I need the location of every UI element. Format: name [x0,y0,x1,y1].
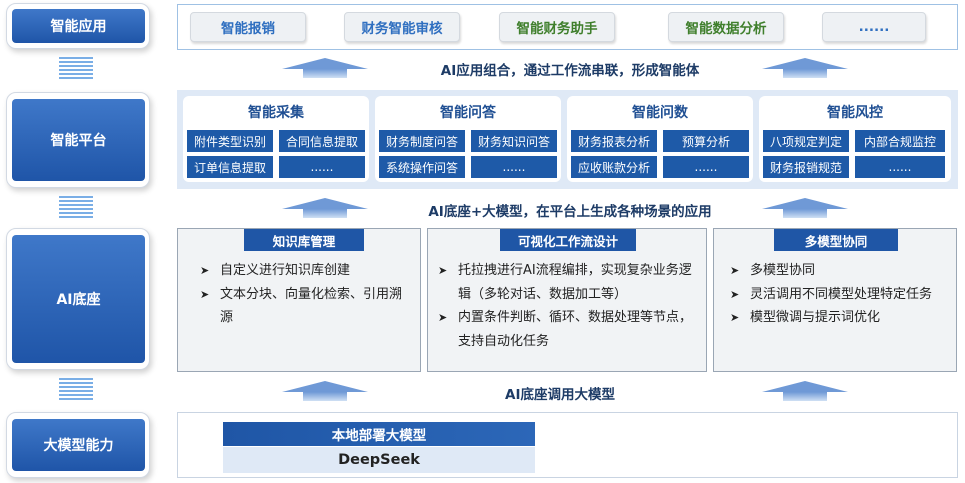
up-arrow-icon [282,58,368,80]
chip[interactable]: 财务制度问答 [379,130,465,152]
connector-stripes-3 [59,378,93,400]
app-button-data-analysis[interactable]: 智能数据分析 [668,12,784,42]
chip[interactable]: 订单信息提取 [187,156,273,178]
model-title: 本地部署大模型 [223,422,535,446]
connector-stripes-2 [59,196,93,218]
arrow-bullet-icon: ➤ [730,311,740,324]
app-button-label: ...... [858,19,890,35]
arrow-bullet-icon: ➤ [730,264,740,277]
bullet-text: 灵活调用不同模型处理特定任务 [750,286,933,302]
bullet-list: ➤ 托拉拽进行AI流程编排，实现复杂业务逻辑（多轮对话、数据加工等） ➤ 内置条件判… [436,259,704,353]
bullet-text: 内置条件判断、循环、数据处理等节点，支持自动化任务 [458,310,693,349]
app-button-label: 智能报销 [221,21,275,37]
arrow-bullet-icon: ➤ [438,264,448,277]
app-button-label: 智能数据分析 [685,21,767,37]
base-panel-title: 多模型协同 [774,229,898,251]
chip-more[interactable]: ...... [471,156,557,178]
bullet-list: ➤ 自定义进行知识库创建 ➤ 文本分块、向量化检索、引用溯源 [198,259,412,330]
connector-stripes-1 [59,57,93,79]
bullet-text: 文本分块、向量化检索、引用溯源 [220,286,403,326]
up-arrow-icon [282,198,368,220]
layer-label-model: 大模型能力 [12,419,145,471]
caption-app-combo: AI应用组合，通过工作流串联，形成智能体 [440,63,700,79]
arrow-bullet-icon: ➤ [200,264,210,277]
platform-group-title: 智能问数 [632,105,688,121]
bullet-item: ➤ 多模型协同 [728,259,952,283]
arrow-bullet-icon: ➤ [730,287,740,301]
platform-group-risk: 智能风控 八项规定判定 内部合规监控 财务报销规范 ...... [759,96,951,182]
chip[interactable]: 系统操作问答 [379,156,465,178]
chip-more[interactable]: ...... [855,156,945,178]
layer-card-ai-base: AI底座 [6,228,150,370]
base-panel-multi-model: 多模型协同 ➤ 多模型协同 ➤ 灵活调用不同模型处理特定任务 ➤ 模型微调与提示词优化 [713,228,957,372]
layer-label-platform: 智能平台 [12,99,145,181]
platform-group-title: 智能问答 [440,105,496,121]
bullet-item: ➤ 模型微调与提示词优化 [728,306,952,330]
arrow-bullet-icon: ➤ [200,287,210,301]
chip[interactable]: 附件类型识别 [187,130,273,152]
layer-card-platform: 智能平台 [6,92,150,188]
up-arrow-icon [762,58,848,80]
chip-more[interactable]: ...... [279,156,365,178]
up-arrow-icon [762,381,848,403]
up-arrow-icon [282,381,368,403]
model-name: DeepSeek [223,447,535,473]
layer-card-app: 智能应用 [6,3,150,49]
platform-group-data-query: 智能问数 财务报表分析 预算分析 应收账款分析 ...... [567,96,753,182]
platform-group-collect: 智能采集 附件类型识别 合同信息提取 订单信息提取 ...... [183,96,369,182]
bullet-text: 多模型协同 [750,263,816,278]
bullet-text: 托拉拽进行AI流程编排，实现复杂业务逻辑（多轮对话、数据加工等） [458,263,692,302]
bullet-item: ➤ 文本分块、向量化检索、引用溯源 [198,283,412,330]
bullet-item: ➤ 内置条件判断、循环、数据处理等节点，支持自动化任务 [436,306,704,353]
platform-group-qa: 智能问答 财务制度问答 财务知识问答 系统操作问答 ...... [375,96,561,182]
chip[interactable]: 财务报销规范 [763,156,849,178]
caption-base-model: AI底座+大模型，在平台上生成各种场景的应用 [428,204,712,220]
bullet-item: ➤ 自定义进行知识库创建 [198,259,412,283]
layer-card-model: 大模型能力 [6,412,150,478]
layer-label-ai-base: AI底座 [12,235,145,363]
caption-base-call: AI底座调用大模型 [505,387,615,403]
chip[interactable]: 财务知识问答 [471,130,557,152]
platform-row: 智能采集 附件类型识别 合同信息提取 订单信息提取 ...... 智能问答 财务… [177,90,958,189]
bullet-item: ➤ 灵活调用不同模型处理特定任务 [728,283,952,307]
platform-group-title: 智能采集 [248,105,304,121]
base-panel-workflow: 可视化工作流设计 ➤ 托拉拽进行AI流程编排，实现复杂业务逻辑（多轮对话、数据加工… [427,228,707,372]
app-button-label: 财务智能审核 [361,21,443,37]
chip[interactable]: 八项规定判定 [763,130,849,152]
app-button-audit[interactable]: 财务智能审核 [344,12,460,42]
arrow-bullet-icon: ➤ [438,311,448,324]
base-panel-knowledge: 知识库管理 ➤ 自定义进行知识库创建 ➤ 文本分块、向量化检索、引用溯源 [177,228,421,372]
chip[interactable]: 合同信息提取 [279,130,365,152]
chip-more[interactable]: ...... [663,156,749,178]
chip[interactable]: 内部合规监控 [855,130,945,152]
bullet-text: 自定义进行知识库创建 [220,263,351,278]
chip[interactable]: 财务报表分析 [571,130,657,152]
app-button-reimbursement[interactable]: 智能报销 [190,12,306,42]
platform-group-title: 智能风控 [827,105,883,121]
up-arrow-icon [762,198,848,220]
base-panel-title: 可视化工作流设计 [500,229,636,251]
bullet-list: ➤ 多模型协同 ➤ 灵活调用不同模型处理特定任务 ➤ 模型微调与提示词优化 [728,259,952,330]
chip[interactable]: 应收账款分析 [571,156,657,178]
bullet-item: ➤ 托拉拽进行AI流程编排，实现复杂业务逻辑（多轮对话、数据加工等） [436,259,704,306]
app-row: 智能报销 财务智能审核 智能财务助手 智能数据分析 ...... [177,4,958,50]
base-panel-title: 知识库管理 [244,229,364,251]
app-button-label: 智能财务助手 [516,21,598,37]
app-button-more[interactable]: ...... [822,12,926,42]
app-button-assistant[interactable]: 智能财务助手 [499,12,615,42]
layer-label-app: 智能应用 [12,9,145,43]
chip[interactable]: 预算分析 [663,130,749,152]
bullet-text: 模型微调与提示词优化 [750,310,881,325]
model-row: 本地部署大模型 DeepSeek [177,412,958,478]
